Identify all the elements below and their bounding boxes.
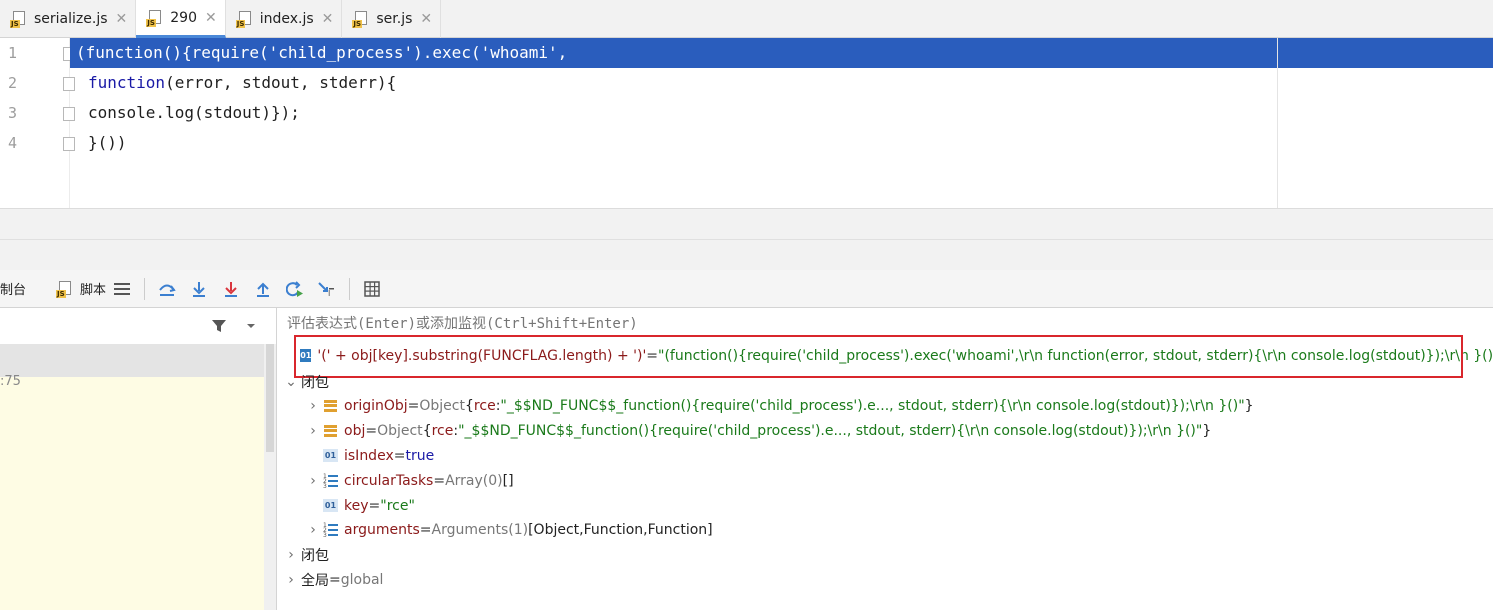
chevron-right-icon[interactable]: ›: [303, 473, 323, 489]
close-icon[interactable]: ✕: [205, 10, 217, 26]
line-number: 3: [8, 104, 18, 122]
chevron-right-icon[interactable]: ›: [281, 547, 301, 563]
js-file-icon: JS: [235, 11, 254, 28]
array-icon: 123: [323, 522, 338, 538]
frame-row-selected[interactable]: [0, 344, 264, 377]
step-into-icon[interactable]: [188, 278, 210, 300]
table-icon[interactable]: [361, 278, 383, 300]
primitive-value-icon: 01: [323, 499, 338, 512]
step-over-icon[interactable]: [156, 278, 178, 300]
variables-tree: 01 '(' + obj[key].substring(FUNCFLAG.len…: [277, 335, 1493, 610]
tab-label: index.js: [259, 11, 314, 27]
js-file-icon: JS: [146, 9, 164, 27]
frame-list[interactable]: [0, 377, 264, 610]
variable-row-obj[interactable]: › obj = Object { rce : "_$$ND_FUNC$$_fun…: [303, 418, 1493, 443]
menu-icon[interactable]: [111, 278, 133, 300]
tab-label: 290: [170, 9, 197, 26]
keyword: function: [88, 73, 166, 92]
debugger-toolbar: 制台 JS 脚本 I: [0, 270, 1493, 308]
tab-label: ser.js: [376, 11, 413, 27]
tab-index-js[interactable]: JS index.js ✕: [226, 0, 343, 38]
scope-global-row[interactable]: › 全局 = global: [281, 567, 1493, 592]
line-number: 2: [8, 74, 18, 92]
scope-label: 闭包: [301, 547, 329, 564]
chevron-right-icon[interactable]: ›: [303, 398, 323, 414]
code-line-2[interactable]: function(error, stdout, stderr){: [70, 68, 1277, 98]
chevron-right-icon[interactable]: ›: [281, 572, 301, 588]
line-gutter: 1 2 3 4: [0, 38, 75, 208]
tab-serialize-js[interactable]: JS serialize.js ✕: [0, 0, 137, 38]
code-line-1[interactable]: (function(){require('child_process').exe…: [70, 38, 1277, 68]
evaluate-expression-input[interactable]: [287, 310, 1477, 338]
editor-tab-bar: JS serialize.js ✕ JS 290 ✕ JS index.js ✕…: [0, 0, 1493, 38]
chevron-down-icon[interactable]: [240, 315, 262, 337]
tab-290[interactable]: JS 290 ✕: [136, 0, 226, 38]
frames-panel: :75: [0, 308, 277, 610]
frames-header: [0, 308, 277, 344]
editor-footer: [0, 208, 1493, 270]
frame-location: :75: [0, 374, 21, 389]
close-icon[interactable]: ✕: [420, 11, 432, 27]
variable-row-key[interactable]: 01 key = "rce": [303, 493, 1493, 518]
line-number: 1: [8, 44, 18, 62]
code-editor[interactable]: 1 2 3 4 (function(){require('child_proce…: [0, 38, 1493, 208]
line-number: 4: [8, 134, 18, 152]
resume-icon[interactable]: [284, 278, 306, 300]
scripts-tab[interactable]: 脚本: [80, 279, 106, 298]
js-file-icon: JS: [10, 11, 28, 28]
scope-closure-row[interactable]: › 闭包: [281, 542, 1493, 567]
variable-row-circularTasks[interactable]: › 123 circularTasks = Array(0) []: [303, 468, 1493, 493]
code-line-4[interactable]: }()): [70, 128, 1277, 158]
variable-row-originObj[interactable]: › originObj = Object { rce : "_$$ND_FUNC…: [303, 393, 1493, 418]
force-step-into-icon[interactable]: [220, 278, 242, 300]
object-icon: [323, 424, 338, 438]
code-line-3[interactable]: console.log(stdout)});: [70, 98, 1277, 128]
code-text: (error, stdout, stderr){: [165, 73, 397, 92]
chevron-down-icon[interactable]: ⌄: [281, 374, 301, 390]
js-file-icon: JS: [352, 11, 370, 28]
scope-closure-row[interactable]: ⌄ 闭包: [281, 369, 1493, 394]
close-icon[interactable]: ✕: [116, 11, 128, 27]
console-tab[interactable]: 制台: [0, 279, 26, 298]
array-icon: 123: [323, 473, 338, 489]
js-file-icon: JS: [56, 280, 74, 298]
close-icon[interactable]: ✕: [322, 11, 334, 27]
tab-label: serialize.js: [34, 11, 108, 27]
variable-row-arguments[interactable]: › 123 arguments = Arguments(1) [Object,F…: [303, 517, 1493, 542]
right-margin-guide: [1277, 38, 1278, 208]
object-icon: [323, 399, 338, 413]
svg-text:I: I: [328, 289, 330, 297]
scope-label: 闭包: [301, 374, 329, 391]
variable-row-isIndex[interactable]: 01 isIndex = true: [303, 443, 1493, 468]
run-to-cursor-icon[interactable]: I: [316, 278, 338, 300]
filter-icon[interactable]: [208, 315, 230, 337]
selection-highlight: [1278, 38, 1493, 68]
primitive-value-icon: 01: [323, 449, 338, 462]
step-out-icon[interactable]: [252, 278, 274, 300]
tab-ser-js[interactable]: JS ser.js ✕: [342, 0, 442, 38]
chevron-right-icon[interactable]: ›: [303, 423, 323, 439]
chevron-right-icon[interactable]: ›: [303, 522, 323, 538]
scrollbar[interactable]: [264, 344, 276, 610]
